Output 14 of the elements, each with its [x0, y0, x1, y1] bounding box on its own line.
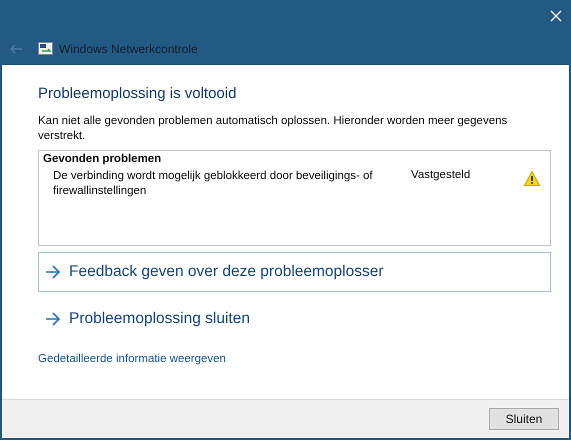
- problem-text: De verbinding wordt mogelijk geblokkeerd door beveiligings- of firewallinstellingen: [53, 169, 374, 199]
- network-app-icon: [38, 42, 53, 55]
- window-title: Windows Netwerkcontrole: [59, 42, 198, 56]
- close-button[interactable]: Sluiten: [489, 408, 559, 430]
- warning-icon: [524, 171, 540, 186]
- close-icon[interactable]: [550, 10, 562, 22]
- arrow-icon: [45, 312, 61, 326]
- problem-status: Vastgesteld: [411, 169, 470, 181]
- description-text: Kan niet alle gevonden problemen automatisch oplossen. Hieronder worden meer gegevens verstrekt.: [38, 114, 508, 144]
- page-heading: Probleemoplossing is voltooid: [38, 85, 236, 102]
- details-link[interactable]: Gedetailleerde informatie weergeven: [38, 353, 226, 365]
- arrow-icon: [45, 265, 61, 279]
- panel-title: Gevonden problemen: [43, 153, 162, 165]
- action-link[interactable]: Feedback geven over deze probleemoplosser: [38, 252, 551, 292]
